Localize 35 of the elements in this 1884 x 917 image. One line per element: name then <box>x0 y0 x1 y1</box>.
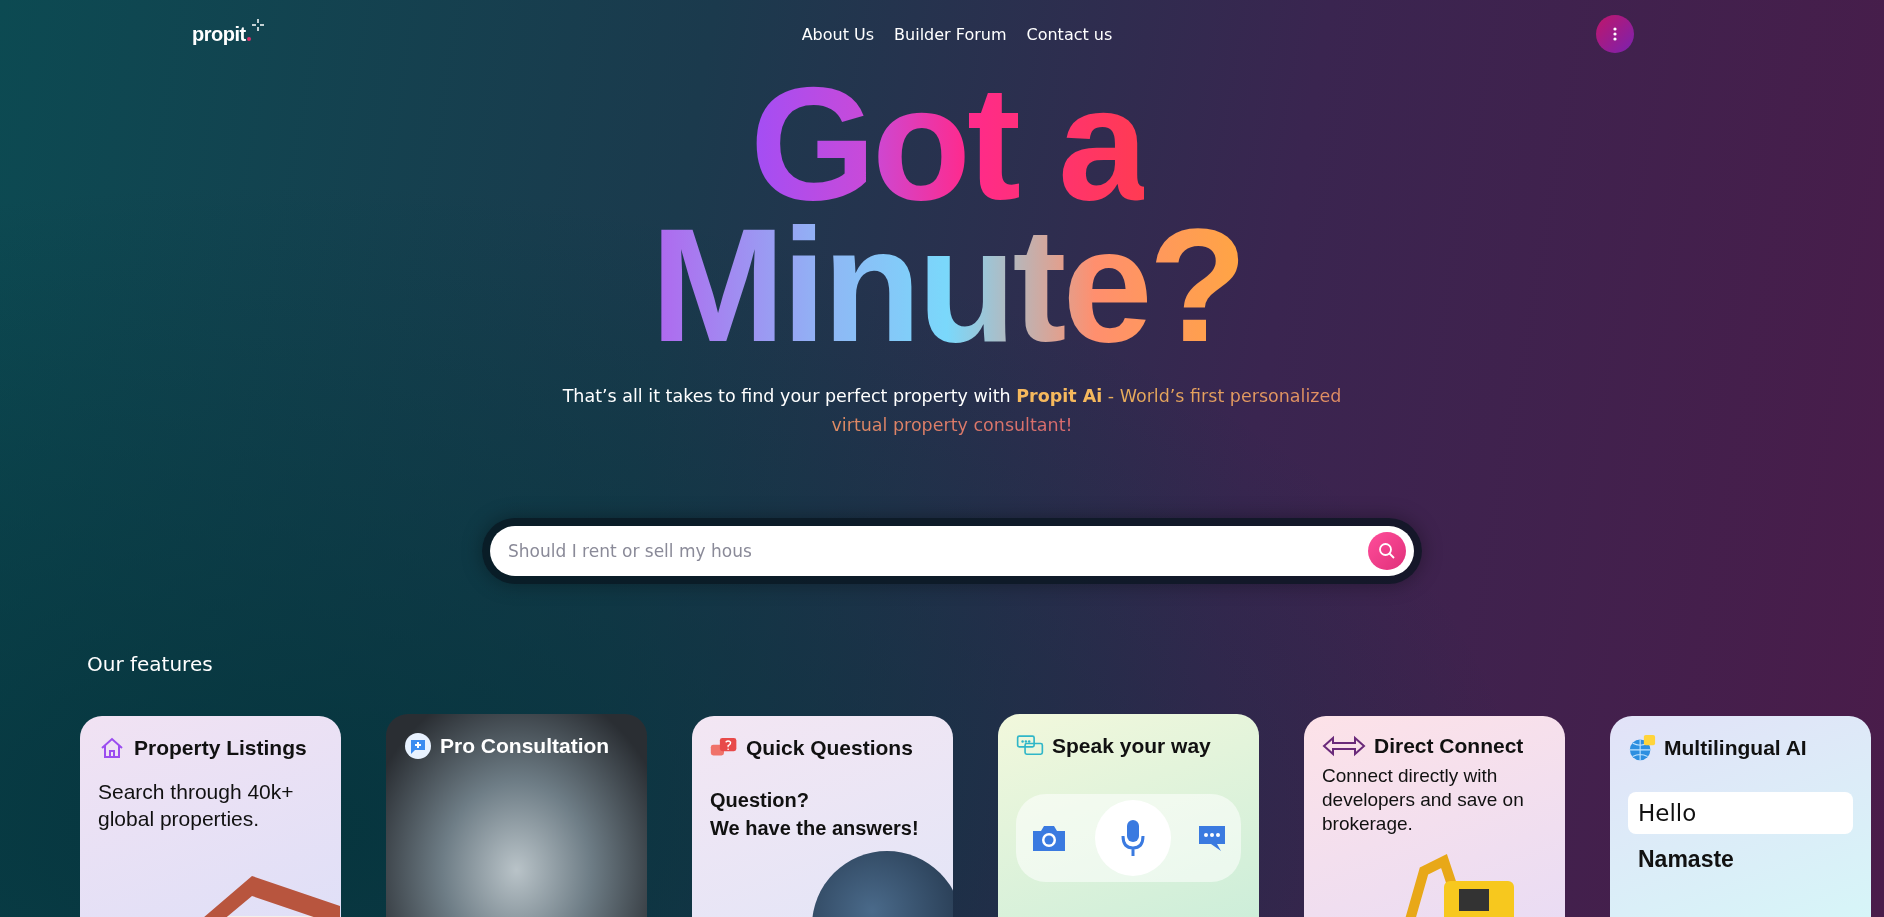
sparkle-icon <box>251 18 264 31</box>
feature-card[interactable]: Quick Questions Question? We have the answers! <box>692 716 953 917</box>
menu-button[interactable] <box>1596 15 1634 53</box>
chat-icon[interactable] <box>1197 823 1227 853</box>
nav-link[interactable]: Builder Forum <box>894 24 1007 44</box>
feature-card[interactable]: Multilingual AI Hello Namaste <box>1610 716 1871 917</box>
card-title: Multilingual AI <box>1664 736 1807 760</box>
double-arrow-icon <box>1322 734 1366 758</box>
card-title: Speak your way <box>1052 734 1211 758</box>
card-title: Pro Consultation <box>440 734 610 758</box>
card-text: Connect directly with developers and save on brokerage. <box>1322 764 1525 836</box>
menu-icon <box>1613 27 1617 41</box>
logo-dot-icon <box>246 36 251 41</box>
logo-text[interactable]: propit <box>192 22 246 46</box>
card-title: Property Listings <box>134 736 307 760</box>
card-title: Quick Questions <box>746 736 913 760</box>
feature-card[interactable]: Speak your way <box>998 714 1259 917</box>
camera-icon[interactable] <box>1030 823 1068 853</box>
search-icon <box>1378 542 1396 560</box>
tagline-text: That’s all it takes to find your perfect property with Propit Ai - World’s first personalized virtual property consultant! <box>561 385 1343 437</box>
photo-card[interactable]: Pro Consultation <box>386 714 647 917</box>
search-button[interactable] <box>1368 532 1406 570</box>
chat-plus-icon <box>404 732 432 760</box>
globe-translate-icon <box>1628 734 1656 762</box>
feature-card[interactable]: Property Listings Search through 40k+ global properties. <box>80 716 341 917</box>
nav-link[interactable]: Contact us <box>1026 24 1113 44</box>
microphone-icon <box>1119 818 1146 858</box>
translation-word: Namaste <box>1637 845 1735 874</box>
card-title: Direct Connect <box>1374 734 1524 758</box>
card-text: Question? We have the answers! <box>710 788 920 841</box>
feature-card[interactable]: Direct Connect Connect directly with developers and save on brokerage. <box>1304 716 1565 917</box>
section-heading: Our features <box>87 652 214 676</box>
translation-word: Hello <box>1628 792 1853 834</box>
nav-link[interactable]: About Us <box>801 24 875 44</box>
card-text: Search through 40k+ global properties. <box>98 779 295 832</box>
